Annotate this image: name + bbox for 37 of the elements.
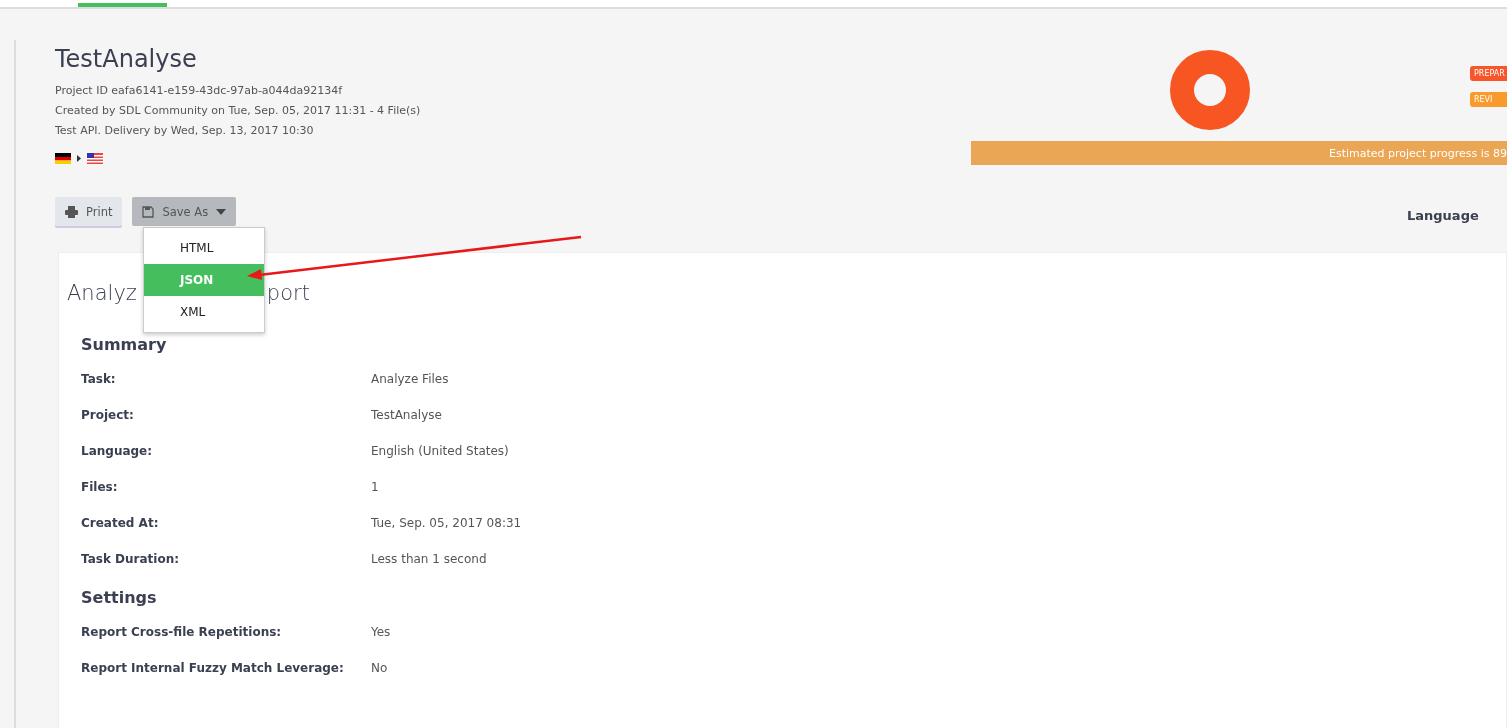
german-flag-icon <box>55 153 71 164</box>
save-as-button[interactable]: Save As <box>132 197 237 226</box>
field-value: Yes <box>371 625 391 641</box>
menu-item[interactable]: XML <box>144 296 264 328</box>
column-header: Language <box>1407 208 1480 223</box>
section-heading: Settings <box>81 588 158 607</box>
field-value: English (United States) <box>371 444 509 460</box>
field-label: Language: <box>81 444 154 460</box>
field-label: Files: <box>81 480 119 496</box>
us-flag-icon <box>87 153 103 164</box>
menu-item[interactable]: HTML <box>144 232 264 264</box>
progress-label: Estimated project progress is 89 <box>1329 146 1507 160</box>
field-label: Task Duration: <box>81 552 180 568</box>
delivery-info: Test API. Delivery by Wed, Sep. 13, 2017 10:30 <box>55 123 315 139</box>
field-label: Project: <box>81 408 135 424</box>
field-value: Analyze Files <box>371 372 449 388</box>
field-value: TestAnalyse <box>371 408 442 424</box>
project-title: TestAnalyse <box>55 45 198 73</box>
report-title: port <box>266 281 310 305</box>
field-value: No <box>371 661 388 677</box>
field-value: Less than 1 second <box>371 552 487 568</box>
print-button[interactable]: Print <box>55 197 123 226</box>
donut-chart-icon <box>1170 50 1250 130</box>
created-info: Created by SDL Community on Tue, Sep. 05, 2017 11:31 - 4 File(s) <box>55 103 421 119</box>
field-label: Created At: <box>81 516 160 532</box>
field-value: Tue, Sep. 05, 2017 08:31 <box>371 516 522 532</box>
field-value: 1 <box>371 480 379 496</box>
caret-down-icon <box>216 208 227 215</box>
section-heading: Summary <box>81 335 168 354</box>
report-title: Analyz <box>67 281 137 305</box>
status-badge: REVI <box>1470 92 1507 107</box>
field-label: Report Internal Fuzzy Match Leverage: <box>81 661 345 677</box>
status-badge: PREPAR <box>1470 66 1507 81</box>
field-label: Task: <box>81 372 117 388</box>
project-id: Project ID eafa6141-e159-43dc-97ab-a044da92134f <box>55 83 344 99</box>
field-label: Report Cross-file Repetitions: <box>81 625 283 641</box>
caret-right-icon <box>77 155 81 162</box>
